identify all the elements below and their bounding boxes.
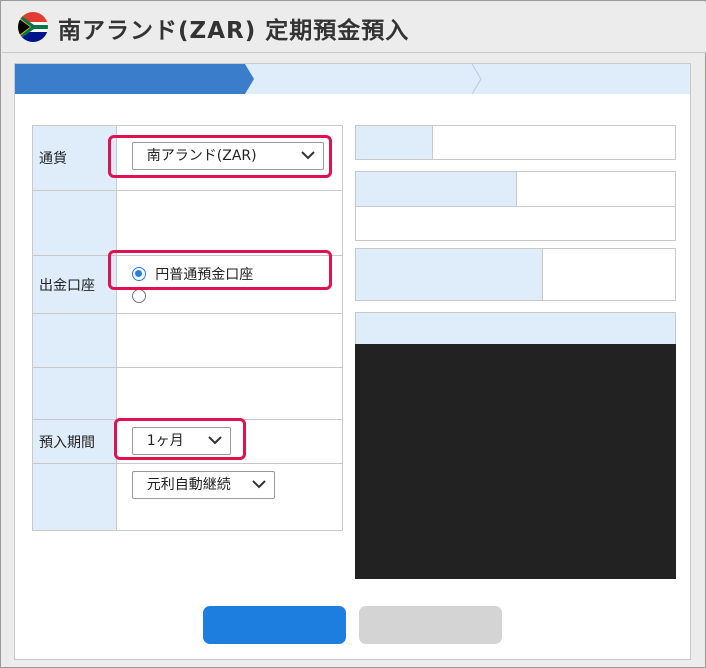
summary-box-4-header: [355, 312, 676, 345]
empty-label-1: [32, 190, 117, 256]
account-option-yen-label: 円普通預金口座: [155, 267, 254, 283]
step-2-divider: [471, 64, 482, 94]
maturity-value: 元利自動継続: [146, 477, 231, 493]
deposit-period-label: 預入期間: [32, 419, 117, 464]
empty-value-1: [115, 190, 344, 256]
empty-value-2: [115, 313, 344, 368]
title-bar: 南アランド(ZAR) 定期預金預入: [2, 2, 706, 53]
chevron-down-icon: [208, 436, 222, 445]
account-option-second[interactable]: [131, 288, 146, 304]
empty-label-2: [32, 313, 117, 368]
currency-select-value: 南アランド(ZAR): [146, 148, 257, 164]
step-1: [15, 64, 254, 94]
radio-unchecked-icon[interactable]: [131, 289, 146, 303]
redacted-area: [355, 344, 676, 579]
empty-value-3: [115, 367, 344, 420]
confirm-button[interactable]: [203, 606, 346, 644]
currency-label: 通貨: [32, 125, 117, 191]
summary-box-2: [355, 171, 676, 241]
account-option-yen[interactable]: 円普通預金口座: [131, 264, 254, 284]
empty-label-3: [32, 367, 117, 420]
deposit-period-value: 1ヶ月: [146, 433, 184, 449]
window-frame: 南アランド(ZAR) 定期預金預入 通貨 南アランド(ZAR) 出金口座 円普通…: [0, 0, 706, 668]
main-panel: 通貨 南アランド(ZAR) 出金口座 円普通預金口座 預入期間 1ヶ月 元利自動…: [14, 63, 691, 660]
page-title: 南アランド(ZAR) 定期預金預入: [58, 18, 410, 44]
chevron-down-icon: [252, 480, 266, 489]
summary-box-3: [355, 248, 676, 301]
back-button[interactable]: [359, 606, 502, 644]
chevron-down-icon: [301, 151, 315, 160]
withdrawal-account-label: 出金口座: [32, 255, 117, 314]
maturity-select[interactable]: 元利自動継続: [131, 471, 275, 499]
south-africa-flag-icon: [18, 12, 48, 42]
deposit-period-select[interactable]: 1ヶ月: [131, 427, 231, 455]
deposit-form-table: 通貨 南アランド(ZAR) 出金口座 円普通預金口座 預入期間 1ヶ月 元利自動…: [32, 125, 344, 531]
radio-checked-icon[interactable]: [131, 267, 146, 281]
summary-box-1: [355, 125, 676, 160]
empty-label-4: [32, 463, 117, 531]
step-indicator: [15, 64, 690, 94]
currency-select[interactable]: 南アランド(ZAR): [131, 142, 324, 170]
